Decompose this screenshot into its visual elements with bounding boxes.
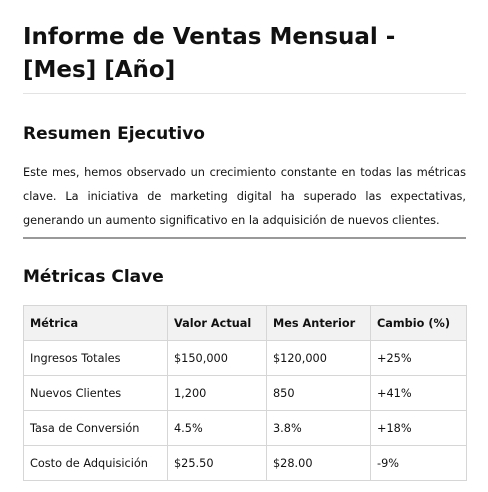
previous-month-cell: $120,000 [266,340,371,376]
change-cell: +18% [370,410,467,446]
column-header-metric: Métrica [23,305,168,341]
summary-heading: Resumen Ejecutivo [23,124,205,144]
change-cell: +41% [370,375,467,411]
change-cell: -9% [370,445,467,481]
current-value-cell: 1,200 [167,375,267,411]
metric-name-cell: Ingresos Totales [23,340,168,376]
column-header-change: Cambio (%) [370,305,467,341]
metrics-heading: Métricas Clave [23,267,164,287]
table-row: Tasa de Conversión 4.5% 3.8% +18% [23,410,467,446]
document-title-line-2: [Mes] [Año] [23,57,176,83]
summary-paragraph: Este mes, hemos observado un crecimiento… [23,166,466,227]
metric-name-cell: Nuevos Clientes [23,375,168,411]
previous-month-cell: 850 [266,375,371,411]
metric-name-cell: Tasa de Conversión [23,410,168,446]
column-header-previous-month: Mes Anterior [266,305,371,341]
report-page: Informe de Ventas Mensual - [Mes] [Año] … [0,0,488,492]
current-value-cell: 4.5% [167,410,267,446]
previous-month-cell: 3.8% [266,410,371,446]
table-row: Costo de Adquisición $25.50 $28.00 -9% [23,445,467,481]
metric-name-cell: Costo de Adquisición [23,445,168,481]
table-row: Nuevos Clientes 1,200 850 +41% [23,375,467,411]
previous-month-cell: $28.00 [266,445,371,481]
document-title: Informe de Ventas Mensual - [Mes] [Año] [23,0,466,87]
change-cell: +25% [370,340,467,376]
table-row: Ingresos Totales $150,000 $120,000 +25% [23,340,467,376]
current-value-cell: $25.50 [167,445,267,481]
document-title-line-1: Informe de Ventas Mensual - [23,24,396,50]
table-header-row: Métrica Valor Actual Mes Anterior Cambio… [23,305,467,341]
column-header-current-value: Valor Actual [167,305,267,341]
current-value-cell: $150,000 [167,340,267,376]
metrics-table: Métrica Valor Actual Mes Anterior Cambio… [23,305,467,481]
